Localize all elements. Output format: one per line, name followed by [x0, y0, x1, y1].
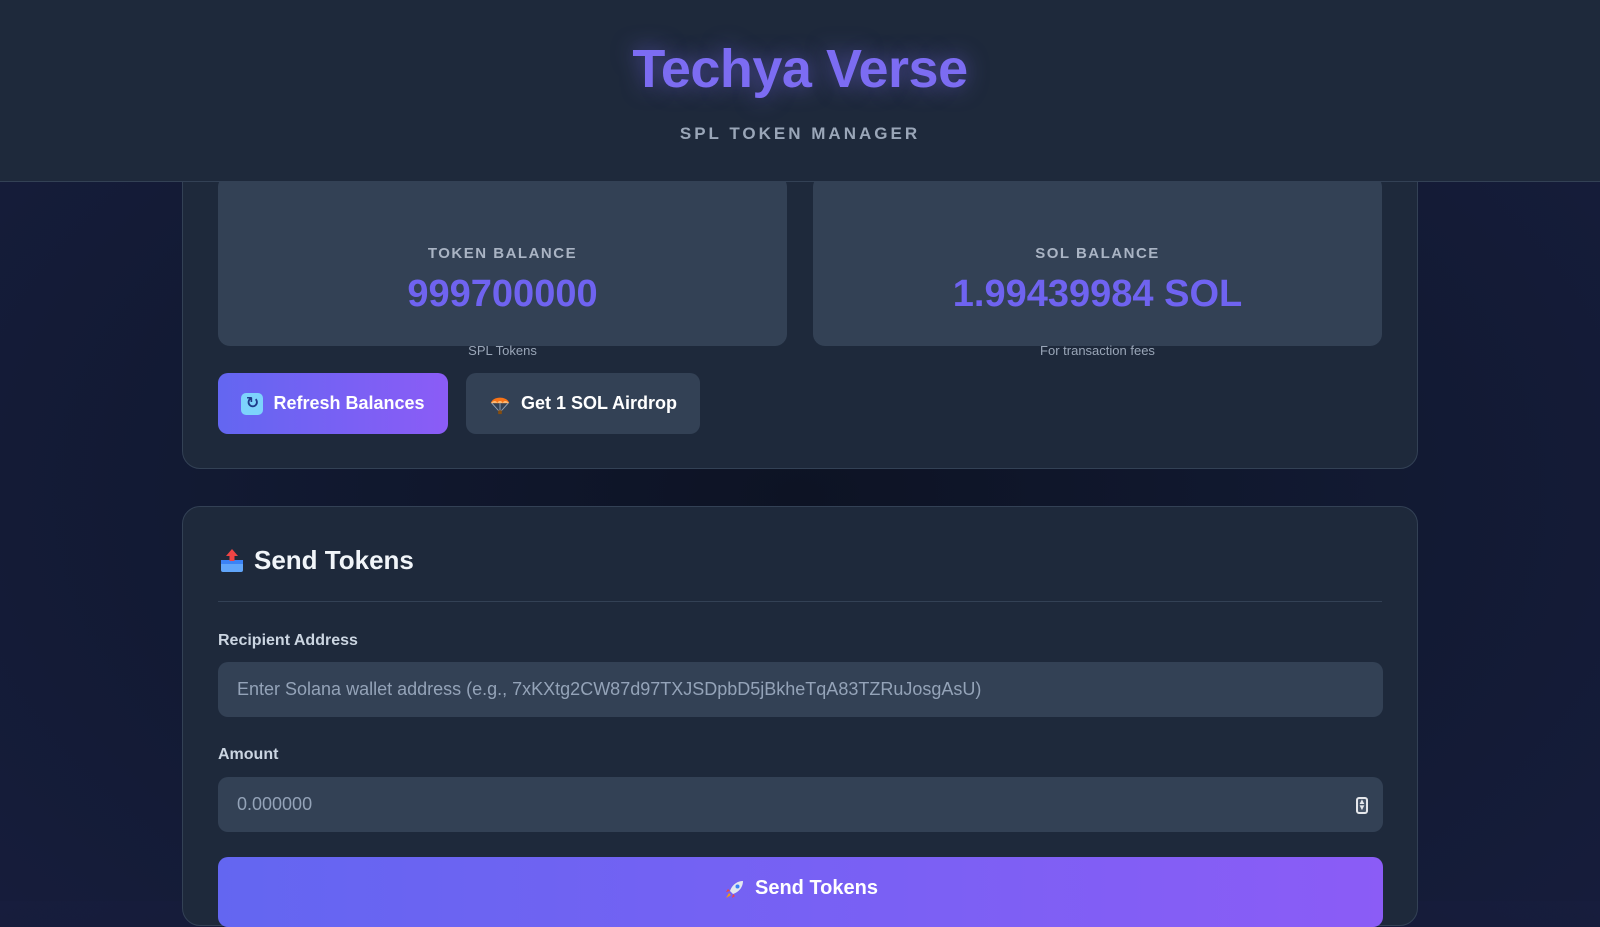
sol-balance-caption: For transaction fees — [1040, 343, 1155, 358]
refresh-icon: ↻ — [241, 392, 264, 415]
token-balance-box: TOKEN BALANCE 999700000 SPL Tokens — [218, 175, 787, 358]
amount-input[interactable] — [218, 777, 1383, 832]
recipient-address-input[interactable] — [218, 662, 1383, 717]
sol-balance-value: 1.99439984 SOL — [952, 273, 1243, 315]
brand-subtitle: SPL TOKEN MANAGER — [679, 124, 921, 143]
send-tokens-button-label: Send Tokens — [755, 877, 878, 899]
sol-balance-label: SOL BALANCE — [1035, 245, 1160, 262]
send-tokens-button[interactable]: Send Tokens — [218, 857, 1383, 927]
send-tokens-card: Send Tokens Recipient Address Amount ▲▼ … — [182, 506, 1418, 927]
recipient-address-label: Recipient Address — [218, 632, 358, 649]
refresh-balances-button[interactable]: ↻ Refresh Balances — [218, 373, 448, 434]
token-balance-value: 999700000 — [407, 273, 598, 315]
rocket-icon — [726, 881, 743, 898]
section-divider — [218, 601, 1382, 602]
refresh-balances-label: Refresh Balances — [273, 393, 425, 413]
parachute-icon — [490, 397, 510, 414]
token-balance-caption: SPL Tokens — [468, 343, 537, 358]
token-balance-label: TOKEN BALANCE — [427, 245, 578, 262]
outbox-tray-icon — [221, 548, 243, 572]
airdrop-button[interactable]: Get 1 SOL Airdrop — [466, 373, 700, 434]
send-tokens-heading: Send Tokens — [218, 545, 414, 576]
brand-title: Techya Verse — [632, 39, 968, 99]
airdrop-label: Get 1 SOL Airdrop — [520, 393, 678, 413]
app-header: Techya Verse SPL TOKEN MANAGER — [0, 0, 1600, 182]
send-tokens-title: Send Tokens — [254, 545, 414, 575]
amount-label: Amount — [218, 746, 279, 763]
sol-balance-box: SOL BALANCE 1.99439984 SOL For transacti… — [813, 175, 1382, 358]
amount-stepper[interactable]: ▲ ▼ — [1356, 797, 1368, 814]
